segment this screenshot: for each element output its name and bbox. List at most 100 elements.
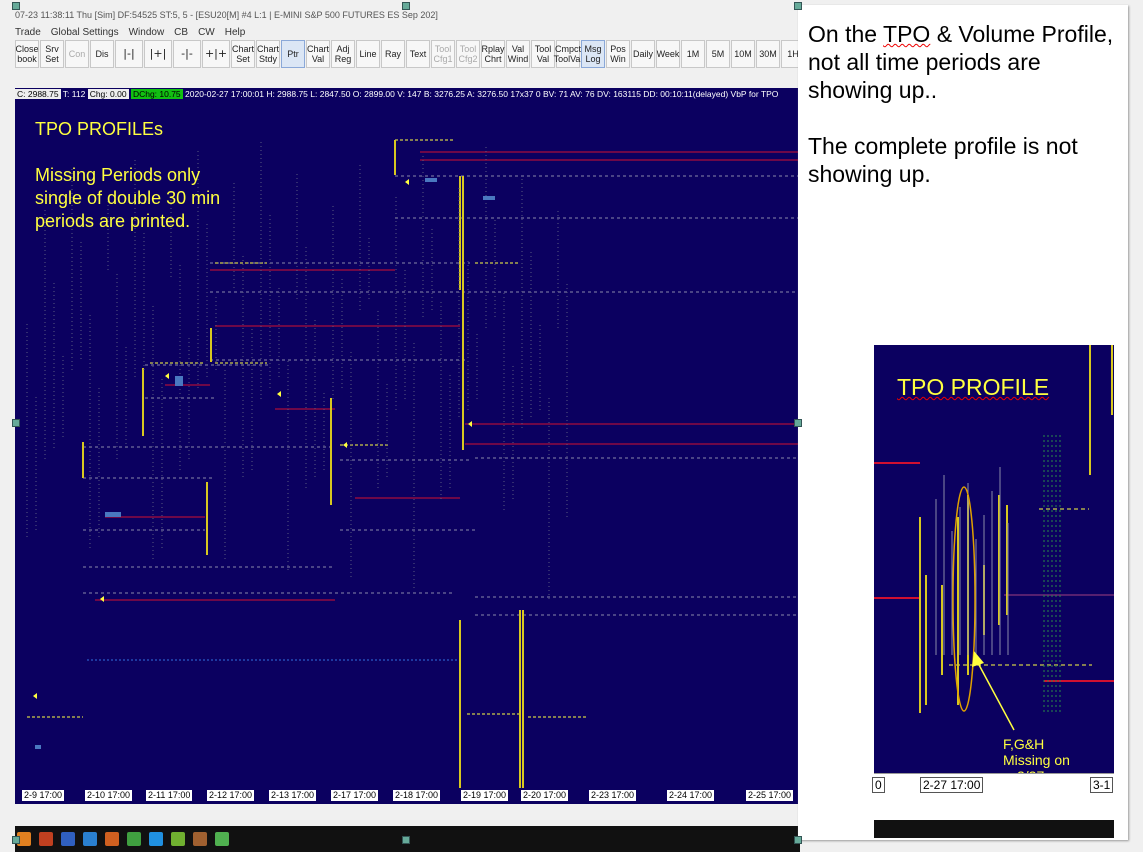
toolbar-button[interactable]: |-|: [115, 40, 143, 68]
toolbar-button[interactable]: Text: [406, 40, 430, 68]
menu-bar: Trade Global Settings Window CB CW Help: [15, 25, 798, 40]
highlight-ellipse: [952, 486, 976, 712]
toolbar-button[interactable]: Chart Stdy: [256, 40, 280, 68]
menu-help[interactable]: Help: [225, 27, 246, 38]
date-label: 2-13 17:00: [269, 790, 317, 801]
notes-paragraph-2: The complete profile is not showing up.: [808, 133, 1078, 187]
chart-status-line: C: 2988.75 T: 112 Chg: 0.00 DChg: 10.75 …: [15, 88, 798, 100]
toolbar-button[interactable]: Rplay Chrt: [481, 40, 505, 68]
selection-handle[interactable]: [794, 419, 802, 427]
date-label: 2-9 17:00: [22, 790, 65, 801]
taskbar-app-icon[interactable]: [83, 832, 97, 846]
toolbar-button[interactable]: |+|: [144, 40, 172, 68]
toolbar-button[interactable]: Chart Set: [231, 40, 255, 68]
toolbar-button[interactable]: Daily: [631, 40, 655, 68]
toolbar-button[interactable]: Chart Val: [306, 40, 330, 68]
selection-handle[interactable]: [402, 2, 410, 10]
toolbar-button[interactable]: Line: [356, 40, 380, 68]
toolbar-button[interactable]: Close book: [15, 40, 39, 68]
callout-arrow: [977, 662, 1015, 731]
taskbar-app-icon[interactable]: [61, 832, 75, 846]
taskbar-app-icon[interactable]: [193, 832, 207, 846]
chart-annotation-title: TPO PROFILEs: [35, 119, 164, 139]
inset-chart: [874, 345, 1114, 773]
tpo-marker: [33, 693, 37, 699]
selection-handle[interactable]: [12, 836, 20, 844]
taskbar-app-icon[interactable]: [215, 832, 229, 846]
toolbar-button[interactable]: Msg Log: [581, 40, 605, 68]
toolbar-button[interactable]: Week: [656, 40, 680, 68]
menu-global-settings[interactable]: Global Settings: [51, 27, 119, 38]
notes-p1-tpo: TPO: [883, 21, 931, 47]
taskbar-app-icon[interactable]: [149, 832, 163, 846]
status-details: 2020-02-27 17:00:01 H: 2988.75 L: 2847.5…: [182, 89, 779, 99]
date-label: 2-20 17:00: [521, 790, 569, 801]
selection-handle[interactable]: [12, 419, 20, 427]
chart-annotation: TPO PROFILEs Missing Periods only single…: [35, 118, 220, 233]
toolbar-button[interactable]: Srv Set: [40, 40, 64, 68]
volume-block: [35, 745, 41, 749]
menu-window[interactable]: Window: [129, 27, 165, 38]
volume-block: [175, 376, 183, 386]
toolbar-button[interactable]: Tool Cfg2: [456, 40, 480, 68]
toolbar-button[interactable]: 5M: [706, 40, 730, 68]
toolbar-button[interactable]: 10M: [731, 40, 755, 68]
date-label: 2-19 17:00: [461, 790, 509, 801]
selection-handle[interactable]: [794, 2, 802, 10]
inset-taskbar: [874, 820, 1114, 838]
chart-annotation-line3: periods are printed.: [35, 211, 191, 231]
inset-note-line1: F,G&H: [1003, 736, 1045, 752]
callout-arrowhead: [972, 651, 984, 667]
toolbar-button[interactable]: Con: [65, 40, 89, 68]
tpo-marker: [343, 442, 347, 448]
inset-title: TPO PROFILE: [897, 374, 1049, 401]
chart-annotation-line2: single of double 30 min: [35, 188, 221, 208]
toolbar-button[interactable]: -|-: [173, 40, 201, 68]
toolbar: Close book Srv Set Con Dis |-| |+| -|- +|+ Chart Se…: [15, 40, 805, 68]
date-label: 2-18 17:00: [393, 790, 441, 801]
toolbar-button[interactable]: Tool Val: [531, 40, 555, 68]
menu-cw[interactable]: CW: [198, 27, 215, 38]
toolbar-button[interactable]: 30M: [756, 40, 780, 68]
date-label: 2-25 17:00: [746, 790, 794, 801]
date-axis: 2-9 17:00 2-10 17:00 2-11 17:00 2-12 17:00 2…: [15, 788, 798, 804]
date-label: 2-11 17:00: [146, 790, 193, 801]
date-label: 2-12 17:00: [207, 790, 255, 801]
taskbar-app-icon[interactable]: [171, 832, 185, 846]
chart-annotation-line1: Missing Periods only: [35, 165, 201, 185]
date-label: 2-17 17:00: [331, 790, 379, 801]
notes-text: On the TPO & Volume Profile, not all tim…: [808, 20, 1118, 216]
status-chg: Chg: 0.00: [87, 89, 129, 99]
menu-trade[interactable]: Trade: [15, 27, 41, 38]
inset-date-label: 2-27 17:00: [920, 777, 984, 793]
taskbar-app-icon[interactable]: [127, 832, 141, 846]
toolbar-button[interactable]: Val Wind: [506, 40, 530, 68]
selection-handle[interactable]: [402, 836, 410, 844]
inset-date-label: 0: [872, 777, 885, 793]
toolbar-button[interactable]: +|+: [202, 40, 230, 68]
toolbar-button[interactable]: Cmpct ToolVal: [554, 40, 582, 68]
notes-p1-start: On the: [808, 21, 884, 47]
toolbar-button[interactable]: Ptr: [281, 40, 305, 68]
toolbar-button[interactable]: Pos Win: [606, 40, 630, 68]
date-label: 2-23 17:00: [589, 790, 637, 801]
inset-note-line2: Missing on: [1003, 752, 1070, 768]
selection-handle[interactable]: [12, 2, 20, 10]
status-close: C: 2988.75: [15, 89, 61, 99]
toolbar-button[interactable]: Adj Reg: [331, 40, 355, 68]
date-label: 2-10 17:00: [85, 790, 133, 801]
toolbar-button[interactable]: Dis: [90, 40, 114, 68]
toolbar-button[interactable]: Ray: [381, 40, 405, 68]
toolbar-button[interactable]: Tool Cfg1: [431, 40, 455, 68]
taskbar-app-icon[interactable]: [39, 832, 53, 846]
volume-block: [425, 178, 437, 182]
taskbar-app-icon[interactable]: [105, 832, 119, 846]
inset-title-text: TPO PROFILE: [897, 374, 1050, 400]
inset-profile-drawing: [874, 345, 1114, 731]
selection-handle[interactable]: [794, 836, 802, 844]
tpo-marker: [277, 391, 281, 397]
toolbar-button[interactable]: 1M: [681, 40, 705, 68]
tpo-marker: [405, 179, 409, 185]
menu-cb[interactable]: CB: [174, 27, 188, 38]
window-title: 07-23 11:38:11 Thu [Sim] DF:54525 ST:5, …: [15, 8, 798, 23]
